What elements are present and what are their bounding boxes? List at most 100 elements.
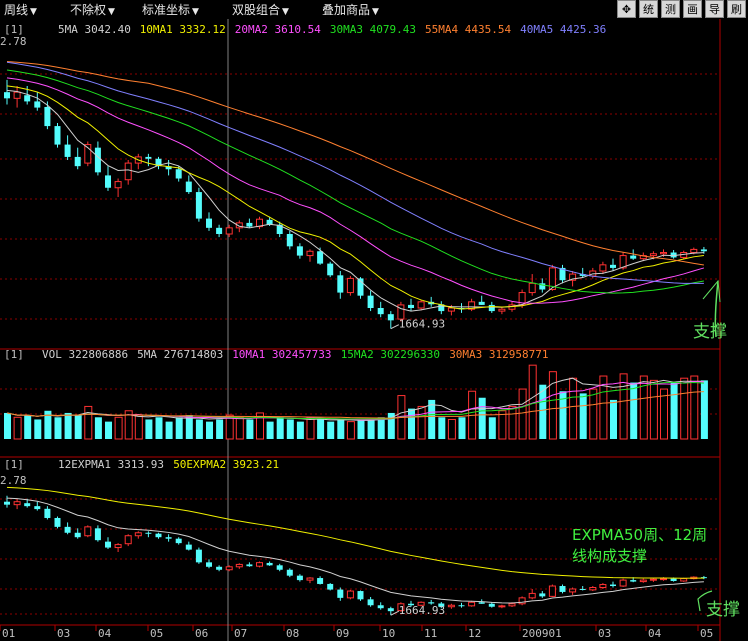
stock-chart[interactable]: [1] 5MA 3042.40 10MA1 3332.12 20MA2 3610.54… bbox=[0, 19, 748, 641]
volume-bar bbox=[286, 419, 294, 439]
volume-bar bbox=[508, 405, 517, 440]
volume-bar bbox=[610, 399, 617, 439]
menu-period[interactable]: 周线 ▼ bbox=[4, 1, 37, 18]
volume-bar bbox=[185, 415, 193, 439]
price-candle bbox=[34, 101, 41, 108]
support-label-expma: 支撑 bbox=[706, 600, 740, 620]
price-candle bbox=[246, 222, 253, 227]
price-candle bbox=[296, 246, 303, 256]
menu-rights-label: 不除权 bbox=[70, 3, 107, 17]
chevron-down-icon: ▼ bbox=[282, 7, 289, 17]
volume-bar bbox=[134, 414, 143, 440]
price-candle bbox=[346, 277, 354, 294]
volume-bar bbox=[64, 412, 72, 439]
menu-coordinate[interactable]: 标准坐标 ▼ bbox=[142, 1, 199, 18]
expma-candle bbox=[195, 549, 202, 563]
menu-dual-stock-label: 双股组合 bbox=[232, 3, 281, 17]
x-tick-label: 12 bbox=[468, 627, 481, 640]
x-tick-label: 06 bbox=[195, 627, 208, 640]
volume-bar bbox=[417, 405, 426, 440]
price-candle bbox=[185, 181, 192, 193]
price-candle bbox=[44, 106, 51, 127]
volume-bar bbox=[54, 417, 62, 439]
low-marker bbox=[390, 324, 400, 330]
expma-candle bbox=[246, 564, 253, 567]
price-candle bbox=[488, 304, 495, 312]
volume-bar bbox=[306, 416, 315, 440]
expma-candle bbox=[225, 566, 233, 571]
ma-line-10 bbox=[6, 85, 704, 310]
price-candle bbox=[377, 308, 384, 315]
expma-candle bbox=[105, 541, 111, 548]
volume-bar bbox=[579, 393, 587, 439]
expma-annotation-line2: 线构成支撑 bbox=[572, 547, 647, 565]
support-label-price: 支撑 bbox=[693, 322, 727, 342]
volume-bar bbox=[114, 416, 123, 440]
expma-candle bbox=[447, 604, 455, 608]
expma-candle bbox=[235, 563, 243, 568]
menu-rights[interactable]: 不除权 ▼ bbox=[70, 1, 115, 18]
expma-candle bbox=[377, 605, 384, 609]
expma-candle bbox=[639, 579, 647, 583]
volume-bar bbox=[690, 375, 699, 440]
expma-candle bbox=[579, 588, 586, 590]
move-crosshair-button[interactable]: ✥ bbox=[617, 0, 636, 18]
price-candle bbox=[105, 175, 111, 188]
menu-overlay[interactable]: 叠加商品 ▼ bbox=[322, 1, 379, 18]
volume-bar bbox=[438, 417, 446, 439]
price-candle bbox=[690, 248, 698, 254]
move-crosshair-icon: ✥ bbox=[621, 3, 632, 16]
indicator-label: 12EXPMA1 3313.93 bbox=[58, 458, 164, 471]
chevron-down-icon: ▼ bbox=[192, 7, 199, 17]
indicator-label: 15MA2 302296330 bbox=[341, 348, 440, 361]
expma-candle bbox=[74, 532, 81, 538]
price-candle bbox=[649, 253, 657, 257]
volume-bar bbox=[24, 415, 32, 439]
draw-button[interactable]: 画 bbox=[683, 0, 702, 18]
menu-dual-stock[interactable]: 双股组合 ▼ bbox=[232, 1, 289, 18]
expma-candle bbox=[337, 589, 344, 598]
ma-line-40 bbox=[6, 61, 704, 284]
x-tick-label: 08 bbox=[286, 627, 299, 640]
x-tick-label: 01 bbox=[2, 627, 15, 640]
price-candle bbox=[195, 192, 202, 219]
expma-candle bbox=[680, 578, 688, 582]
volume-bar bbox=[700, 380, 708, 439]
expma-candle bbox=[206, 562, 212, 567]
volume-bar bbox=[619, 373, 628, 440]
volume-bar bbox=[235, 416, 244, 440]
indicator-label: 5MA 276714803 bbox=[137, 348, 223, 361]
price-candle bbox=[630, 255, 637, 259]
volume-bar bbox=[377, 417, 385, 439]
y-axis-top-label: 2.78 bbox=[0, 35, 27, 48]
volume-bar bbox=[216, 419, 224, 439]
statistics-button[interactable]: 统 bbox=[639, 0, 658, 18]
expma-candle bbox=[619, 579, 627, 587]
x-tick-label: 10 bbox=[382, 627, 395, 640]
expma-candle bbox=[599, 584, 607, 589]
price-candle bbox=[216, 227, 223, 234]
volume-bar bbox=[488, 417, 496, 439]
volume-bar bbox=[4, 412, 11, 439]
volume-bar bbox=[408, 408, 415, 439]
expma-candle bbox=[276, 565, 283, 570]
indicator-label: 55MA4 4435.54 bbox=[425, 23, 511, 36]
volume-bar bbox=[680, 377, 689, 440]
price-candle bbox=[114, 181, 122, 189]
export-button[interactable]: 导 bbox=[705, 0, 724, 18]
x-tick-label: 04 bbox=[98, 627, 112, 640]
expma-candle bbox=[468, 601, 476, 607]
expma-candle bbox=[266, 562, 273, 566]
x-tick-label: 09 bbox=[336, 627, 349, 640]
measure-button[interactable]: 测 bbox=[661, 0, 680, 18]
refresh-button[interactable]: 刷 bbox=[727, 0, 746, 18]
price-candle bbox=[700, 249, 707, 252]
export-button-label: 导 bbox=[709, 3, 720, 16]
expma-candle bbox=[508, 603, 516, 607]
panel-header-prefix: [1] bbox=[4, 348, 24, 361]
indicator-label: 10MA1 3332.12 bbox=[140, 23, 226, 36]
y-axis-top-label: 2.78 bbox=[0, 474, 27, 487]
panel-header-prefix: [1] bbox=[4, 458, 24, 471]
volume-bar bbox=[206, 421, 213, 439]
volume-bar bbox=[296, 421, 304, 439]
